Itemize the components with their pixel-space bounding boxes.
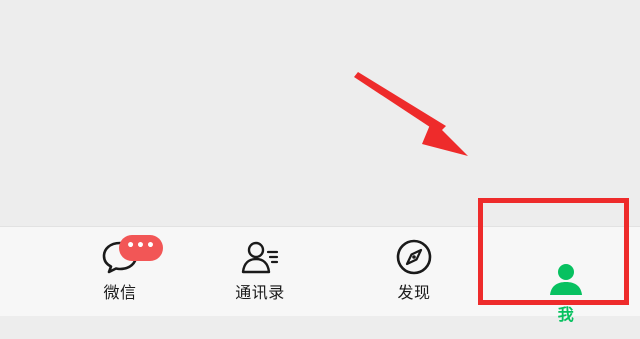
tab-contacts-label: 通讯录 (235, 283, 285, 302)
main-content-area (0, 0, 640, 226)
unread-badge: ••• (119, 235, 163, 261)
tab-discover[interactable]: 发现 (334, 227, 494, 317)
compass-icon (396, 239, 432, 275)
tab-contacts[interactable]: 通讯录 (180, 227, 340, 317)
unread-badge-dots: ••• (126, 238, 156, 254)
annotation-arrow-icon (354, 72, 468, 156)
annotation-highlight-box (478, 198, 629, 305)
tab-discover-label: 发现 (397, 283, 431, 302)
tab-chats-label: 微信 (103, 283, 137, 302)
contacts-icon (241, 241, 279, 274)
